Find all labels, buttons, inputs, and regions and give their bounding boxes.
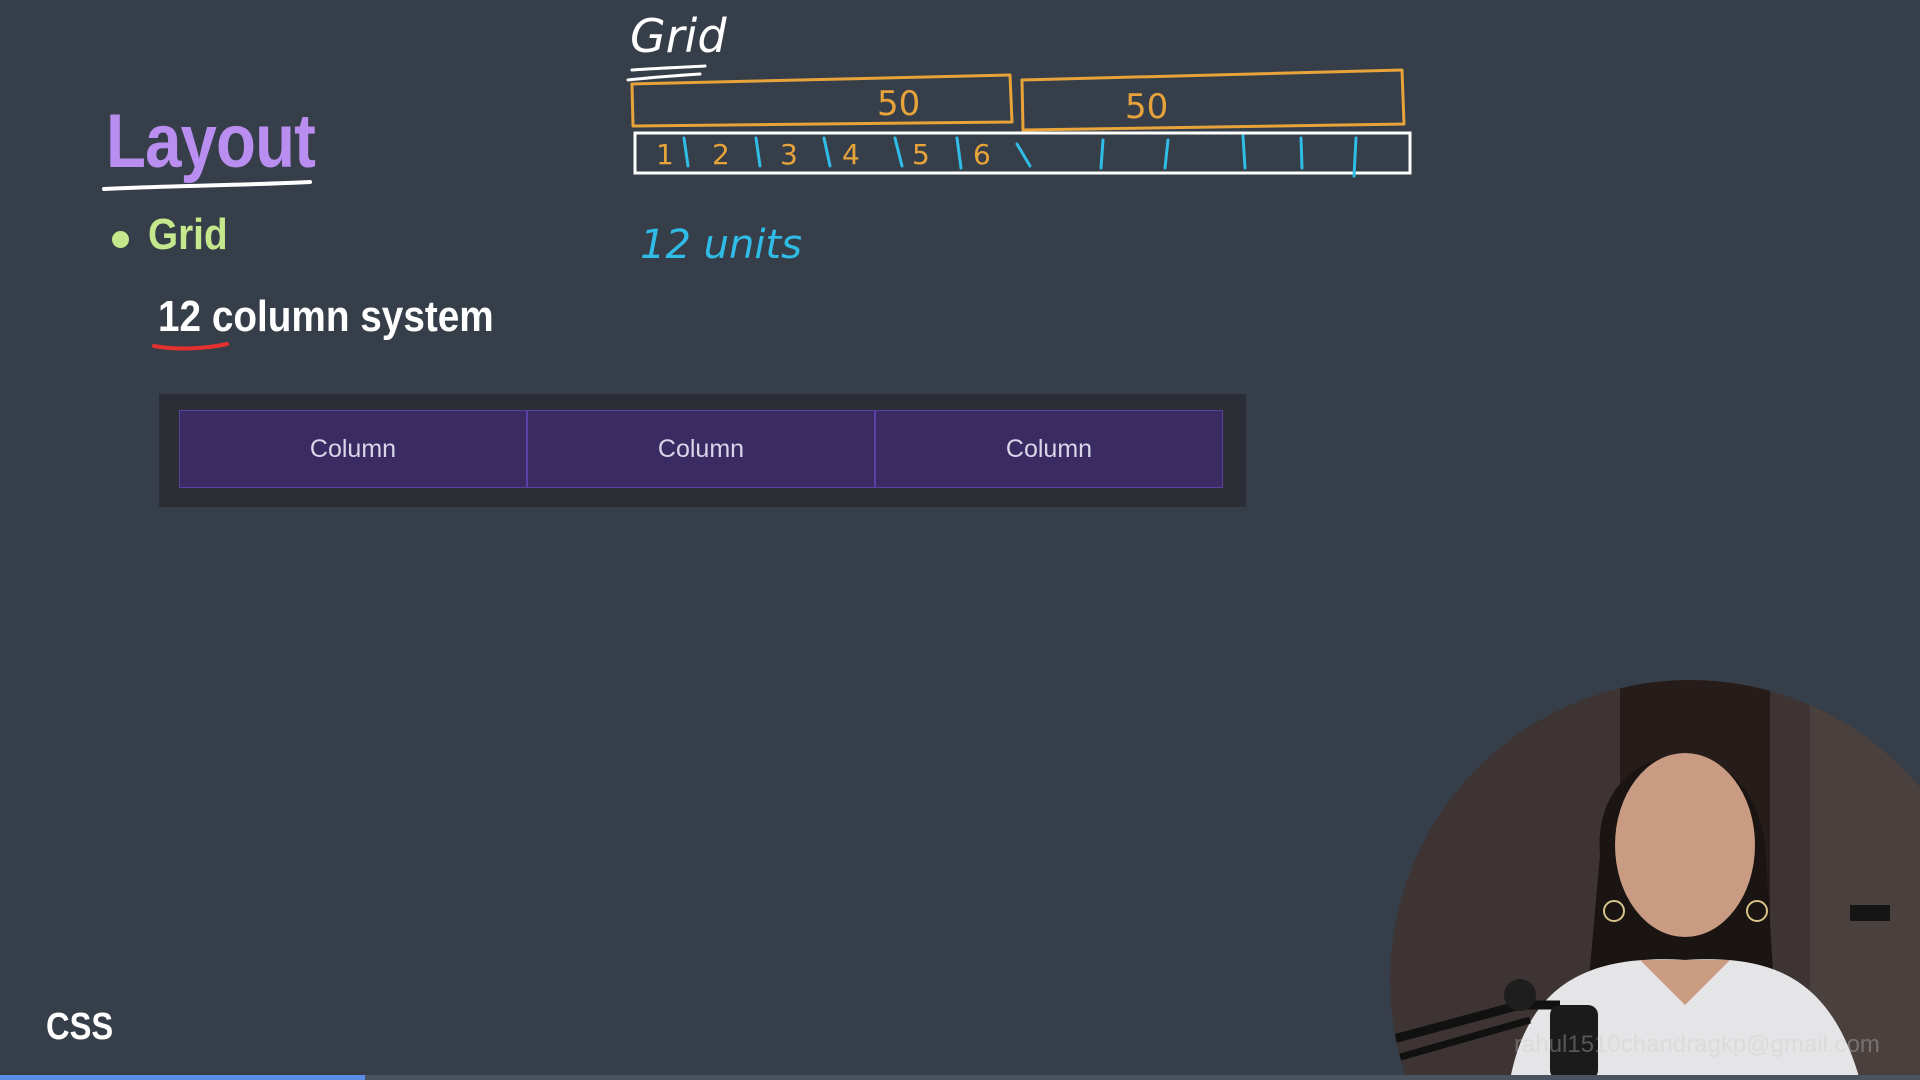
unit-number-2: 2 — [712, 138, 730, 171]
annotation-12-units: 12 units — [640, 222, 802, 268]
unit-number-5: 5 — [912, 138, 930, 171]
course-label: CSS — [46, 1006, 114, 1048]
annotation-red-underline — [152, 342, 229, 351]
unit-number-1: 1 — [656, 138, 674, 171]
annotation-half-right — [1020, 68, 1406, 132]
unit-number-6: 6 — [973, 138, 991, 171]
webcam-watermark: rahul1510chandragkp@gmail.com — [1514, 1031, 1880, 1058]
annotation-grid-underline — [630, 64, 707, 72]
video-progress-fill — [0, 1075, 365, 1080]
annotation-unit-numbers: 1 2 3 4 5 6 — [656, 138, 991, 171]
annotation-half-left-label: 50 — [877, 84, 920, 124]
annotation-half-right-label: 50 — [1125, 87, 1168, 127]
unit-number-4: 4 — [842, 138, 860, 171]
annotation-grid-heading: Grid — [630, 9, 727, 63]
webcam-presenter — [1390, 680, 1920, 1080]
unit-number-3: 3 — [780, 138, 798, 171]
annotation-half-left — [630, 73, 1014, 128]
annotation-grid-underline-2 — [626, 72, 702, 82]
